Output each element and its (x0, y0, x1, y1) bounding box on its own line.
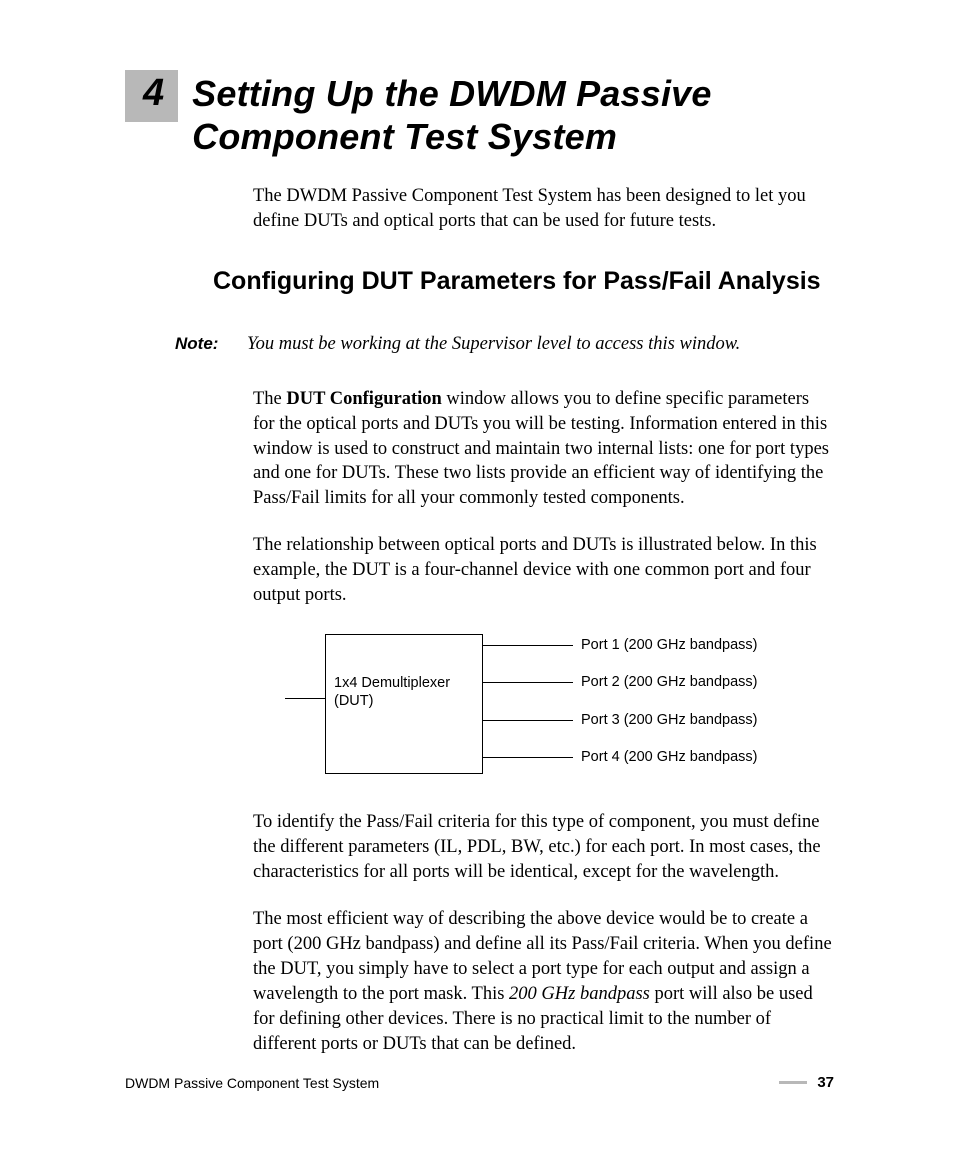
chapter-title: Setting Up the DWDM Passive Component Te… (192, 72, 834, 158)
body-paragraph-2: The relationship between optical ports a… (253, 533, 834, 608)
diagram-output-line (483, 757, 573, 758)
diagram-port-label: Port 3 (200 GHz bandpass) (581, 712, 758, 728)
page-footer: DWDM Passive Component Test System 37 (125, 1074, 834, 1091)
diagram-port-label: Port 4 (200 GHz bandpass) (581, 749, 758, 765)
diagram-dut-label-1: 1x4 Demultiplexer (334, 675, 474, 692)
chapter-header: 4 Setting Up the DWDM Passive Component … (125, 70, 834, 158)
section-heading: Configuring DUT Parameters for Pass/Fail… (213, 266, 834, 297)
diagram-output-line (483, 645, 573, 646)
diagram-port-label: Port 2 (200 GHz bandpass) (581, 674, 758, 690)
diagram-dut-label-2: (DUT) (334, 693, 474, 710)
body-paragraph-3: To identify the Pass/Fail criteria for t… (253, 810, 834, 885)
diagram-port-label: Port 1 (200 GHz bandpass) (581, 637, 758, 653)
body-paragraph-4: The most efficient way of describing the… (253, 907, 834, 1057)
footer-rule-icon (779, 1081, 807, 1084)
note-block: Note: You must be working at the Supervi… (175, 334, 834, 355)
diagram-input-line (285, 698, 325, 699)
diagram-dut-box: 1x4 Demultiplexer (DUT) (325, 634, 483, 774)
italic-term: 200 GHz bandpass (509, 984, 650, 1004)
note-text: You must be working at the Supervisor le… (247, 334, 740, 355)
diagram-output-line (483, 682, 573, 683)
bold-term: DUT Configuration (286, 389, 441, 409)
diagram-output-line (483, 720, 573, 721)
intro-paragraph: The DWDM Passive Component Test System h… (253, 184, 834, 234)
dut-diagram: 1x4 Demultiplexer (DUT) Port 1 (200 GHz … (285, 630, 834, 780)
footer-page-number: 37 (817, 1074, 834, 1091)
text-run: The (253, 389, 286, 409)
note-label: Note: (175, 334, 233, 355)
footer-doc-title: DWDM Passive Component Test System (125, 1075, 379, 1091)
body-paragraph-1: The DUT Configuration window allows you … (253, 387, 834, 512)
chapter-number-box: 4 (125, 70, 178, 122)
